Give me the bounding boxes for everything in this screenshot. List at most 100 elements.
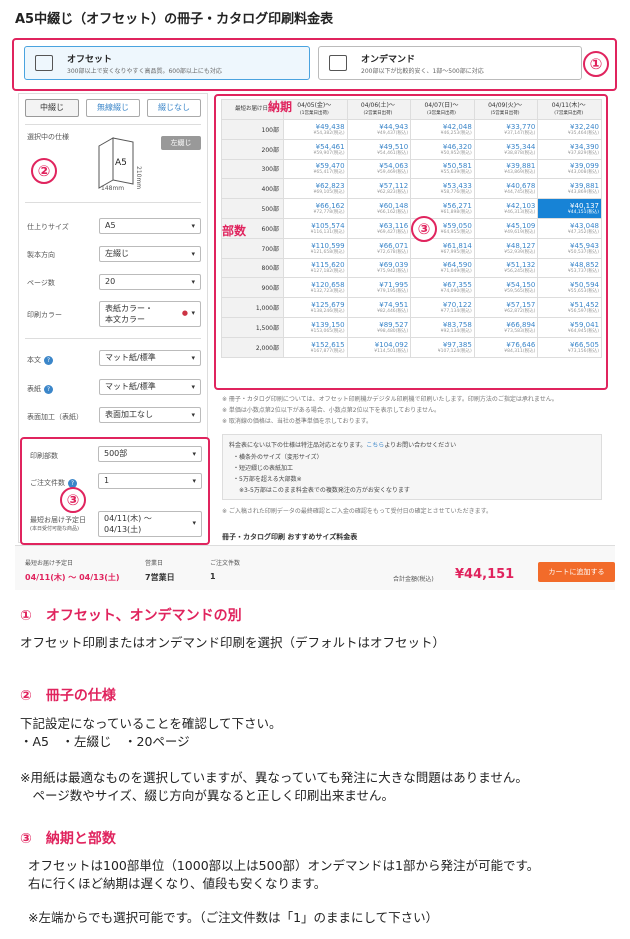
price-tax: ¥64,945(税込)	[567, 328, 599, 334]
chevron-down-icon: ▾	[192, 519, 196, 527]
price-cell[interactable]: ¥46,320 ¥50,952(税込)	[410, 138, 475, 160]
help-icon[interactable]: ?	[44, 384, 53, 394]
orders-select[interactable]: 1 ▾	[98, 473, 202, 489]
price-cell[interactable]: ¥69,039 ¥75,942(税込)	[346, 257, 412, 279]
price-cell[interactable]: ¥39,881 ¥43,869(税込)	[473, 158, 539, 180]
price-cell[interactable]: ¥139,150 ¥153,065(税込)	[283, 316, 348, 338]
price-cell[interactable]: ¥66,162 ¥72,778(税込)	[283, 198, 348, 219]
price-cell[interactable]: ¥51,452 ¥56,597(税込)	[537, 297, 602, 318]
qty-select[interactable]: 500部 ▾	[98, 446, 202, 462]
price-tax: ¥75,942(税込)	[377, 269, 409, 275]
price-cell[interactable]: ¥53,433 ¥58,776(税込)	[410, 178, 475, 200]
price-cell[interactable]: ¥66,071 ¥72,678(税込)	[346, 237, 412, 259]
price-cell[interactable]: ¥63,116 ¥69,427(税込)	[346, 217, 412, 239]
delivery-select[interactable]: 04/11(木) ～ 04/13(土) ▾	[98, 511, 202, 537]
price-cell[interactable]: ¥76,646 ¥84,311(税込)	[473, 336, 539, 358]
contact-link[interactable]: こちら	[366, 442, 384, 449]
price-cell[interactable]: ¥89,527 ¥98,480(税込)	[346, 316, 412, 338]
price-cell[interactable]: ¥50,594 ¥55,653(税込)	[537, 277, 602, 299]
color-select[interactable]: 表紙カラー・ 本文カラー ● ▾	[99, 301, 201, 327]
price-cell[interactable]: ¥51,132 ¥56,245(税込)	[473, 257, 539, 279]
price-cell[interactable]: ¥57,157 ¥62,872(税込)	[473, 297, 539, 318]
price-cell[interactable]: ¥49,438 ¥54,382(税込)	[283, 119, 348, 140]
spec-heading: 選択中の仕様	[27, 133, 69, 141]
tab-no-bind[interactable]: 綴じなし	[147, 99, 201, 117]
price-cell[interactable]: ¥48,852 ¥53,737(税込)	[537, 257, 602, 279]
finish-select[interactable]: 表面加工なし ▾	[99, 407, 201, 423]
price-cell[interactable]: ¥54,461 ¥59,907(税込)	[283, 138, 348, 160]
price-tax: ¥44,745(税込)	[504, 190, 536, 196]
price-cell[interactable]: ¥105,574 ¥116,131(税込)	[283, 217, 348, 239]
price-cell[interactable]: ¥39,099 ¥43,008(税込)	[537, 158, 602, 180]
explain-2-line: ・A5 ・左綴じ ・20ページ	[20, 734, 190, 749]
note-1: ※ 冊子・カタログ印刷については、オフセット印刷機かデジタル印刷機で印刷いたしま…	[222, 396, 558, 403]
price-cell[interactable]: ¥97,385 ¥107,124(税込)	[410, 336, 475, 358]
offset-option[interactable]: オフセット 300部以上で安くなりやすく高品質。600部以上にも対応	[24, 46, 310, 80]
price-tax: ¥72,778(税込)	[313, 210, 345, 216]
price-tax: ¥77,134(税込)	[440, 309, 472, 315]
price-cell[interactable]: ¥64,590 ¥71,049(税込)	[410, 257, 475, 279]
direction-select[interactable]: 左綴じ ▾	[99, 246, 201, 262]
price-cell[interactable]: ¥60,148 ¥66,162(税込)	[346, 198, 412, 219]
date-header[interactable]: 04/05(金)～ (1営業日出荷)	[283, 99, 348, 120]
price-cell[interactable]: ¥74,951 ¥82,446(税込)	[346, 297, 412, 318]
date-header[interactable]: 04/11(木)～ (7営業日出荷)	[537, 99, 602, 120]
price-cell[interactable]: ¥44,943 ¥49,437(税込)	[346, 119, 412, 140]
body-paper-select[interactable]: マット紙/標準 ▾	[99, 350, 201, 366]
price-cell[interactable]: ¥48,127 ¥52,939(税込)	[473, 237, 539, 259]
price-cell[interactable]: ¥70,122 ¥77,134(税込)	[410, 297, 475, 318]
price-cell[interactable]: ¥110,599 ¥121,658(税込)	[283, 237, 348, 259]
price-cell[interactable]: ¥54,063 ¥59,469(税込)	[346, 158, 412, 180]
price-cell[interactable]: ¥104,092 ¥114,501(税込)	[346, 336, 412, 358]
tab-saddle-stitch[interactable]: 中綴じ	[25, 99, 79, 117]
price-cell[interactable]: ¥83,758 ¥92,134(税込)	[410, 316, 475, 338]
price-cell[interactable]: ¥54,150 ¥59,565(税込)	[473, 277, 539, 299]
table-row: 800部 ¥115,620 ¥127,182(税込) ¥69,039 ¥75,942(税…	[221, 257, 602, 279]
ondemand-option[interactable]: オンデマンド 200部以下が比較的安く、1部〜500部に対応	[318, 46, 582, 80]
price-cell[interactable]: ¥32,240 ¥35,464(税込)	[537, 119, 602, 140]
price-value: ¥74,951	[379, 301, 409, 310]
price-cell[interactable]: ¥35,344 ¥38,878(税込)	[473, 138, 539, 160]
price-value: ¥139,150	[311, 320, 345, 329]
price-cell[interactable]: ¥57,112 ¥62,823(税込)	[346, 178, 412, 200]
price-cell[interactable]: ¥120,658 ¥132,723(税込)	[283, 277, 348, 299]
cover-paper-select[interactable]: マット紙/標準 ▾	[99, 379, 201, 395]
explain-3-line: 右に行くほど納期は遅くなり、値段も安くなります。	[28, 876, 327, 891]
price-cell[interactable]: ¥43,048 ¥47,352(税込)	[537, 217, 602, 239]
price-cell[interactable]: ¥59,041 ¥64,945(税込)	[537, 316, 602, 338]
price-cell[interactable]: ¥45,943 ¥50,537(税込)	[537, 237, 602, 259]
add-to-cart-button[interactable]: カートに追加する	[538, 562, 615, 582]
price-value: ¥66,071	[379, 241, 409, 250]
price-cell[interactable]: ¥40,678 ¥44,745(税込)	[473, 178, 539, 200]
price-cell[interactable]: ¥33,770 ¥37,147(税込)	[473, 119, 539, 140]
price-tax: ¥62,872(税込)	[504, 309, 536, 315]
price-cell[interactable]: ¥40,137 ¥44,151(税込)	[537, 198, 602, 219]
price-cell[interactable]: ¥66,894 ¥73,583(税込)	[473, 316, 539, 338]
price-tax: ¥73,583(税込)	[504, 328, 536, 334]
pages-select[interactable]: 20 ▾	[99, 274, 201, 290]
price-cell[interactable]: ¥39,881 ¥43,869(税込)	[537, 178, 602, 200]
ondemand-label: オンデマンド	[361, 55, 416, 65]
date-header[interactable]: 04/07(日)～ (3営業日出荷)	[410, 99, 475, 120]
price-cell[interactable]: ¥42,103 ¥46,313(税込)	[473, 198, 539, 219]
price-cell[interactable]: ¥66,505 ¥73,156(税込)	[537, 336, 602, 358]
price-cell[interactable]: ¥67,355 ¥74,090(税込)	[410, 277, 475, 299]
price-cell[interactable]: ¥125,679 ¥138,246(税込)	[283, 297, 348, 318]
price-cell[interactable]: ¥45,109 ¥49,619(税込)	[473, 217, 539, 239]
price-cell[interactable]: ¥42,048 ¥46,253(税込)	[410, 119, 475, 140]
price-cell[interactable]: ¥62,823 ¥69,105(税込)	[283, 178, 348, 200]
price-cell[interactable]: ¥50,581 ¥55,639(税込)	[410, 158, 475, 180]
table-row: 300部 ¥59,470 ¥65,417(税込) ¥54,063 ¥59,469(税込)…	[221, 158, 602, 180]
price-cell[interactable]: ¥115,620 ¥127,182(税込)	[283, 257, 348, 279]
tab-perfect-bind[interactable]: 無線綴じ	[86, 99, 140, 117]
date-header[interactable]: 04/09(火)～ (5営業日出荷)	[473, 99, 539, 120]
price-cell[interactable]: ¥34,390 ¥37,829(税込)	[537, 138, 602, 160]
price-cell[interactable]: ¥152,615 ¥167,877(税込)	[283, 336, 348, 358]
price-value: ¥59,041	[570, 320, 599, 329]
date-header[interactable]: 04/06(土)～ (2営業日出荷)	[346, 99, 412, 120]
price-cell[interactable]: ¥59,470 ¥65,417(税込)	[283, 158, 348, 180]
help-icon[interactable]: ?	[44, 355, 53, 365]
size-select[interactable]: A5 ▾	[99, 218, 201, 234]
price-cell[interactable]: ¥49,510 ¥54,461(税込)	[346, 138, 412, 160]
price-cell[interactable]: ¥71,995 ¥79,195(税込)	[346, 277, 412, 299]
